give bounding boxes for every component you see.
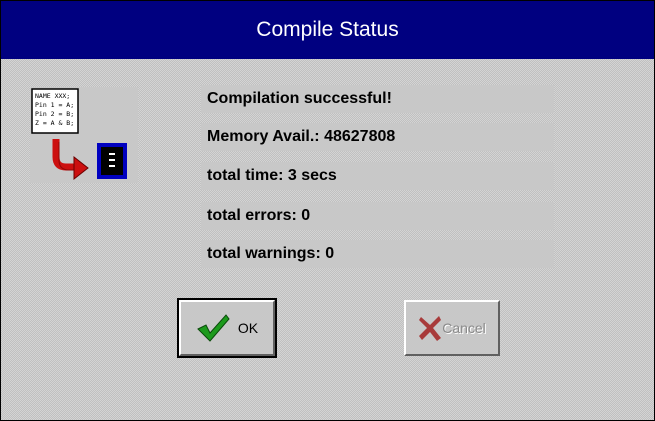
status-line-result: Compilation successful! bbox=[201, 85, 554, 113]
ok-button[interactable]: OK bbox=[177, 298, 277, 358]
ok-button-label: OK bbox=[237, 320, 259, 336]
status-line-memory: Memory Avail.: 48627808 bbox=[201, 123, 554, 151]
status-line-errors: total errors: 0 bbox=[201, 202, 554, 230]
cancel-button-label: Cancel bbox=[442, 320, 486, 336]
compile-illustration-graphic: NAME XXX; Pin 1 = A; Pin 2 = B; Z = A & … bbox=[31, 88, 127, 181]
status-line-time: total time: 3 secs bbox=[201, 162, 554, 190]
code-line: Pin 2 = B; bbox=[35, 110, 74, 118]
status-line-warnings: total warnings: 0 bbox=[201, 240, 554, 268]
cancel-button[interactable]: Cancel bbox=[404, 300, 500, 356]
red-arrow-icon bbox=[52, 139, 89, 181]
compile-status-dialog: Compile Status NAME XXX; Pin 1 = A; Pin … bbox=[0, 0, 655, 421]
code-line: Pin 1 = A; bbox=[35, 101, 74, 109]
x-icon bbox=[419, 316, 442, 341]
checkmark-icon bbox=[197, 314, 230, 342]
compile-illustration: NAME XXX; Pin 1 = A; Pin 2 = B; Z = A & … bbox=[30, 87, 138, 183]
dialog-title: Compile Status bbox=[1, 1, 654, 59]
code-line: Z = A & B; bbox=[35, 119, 74, 127]
code-line: NAME XXX; bbox=[35, 92, 70, 100]
chip-icon bbox=[97, 143, 127, 179]
